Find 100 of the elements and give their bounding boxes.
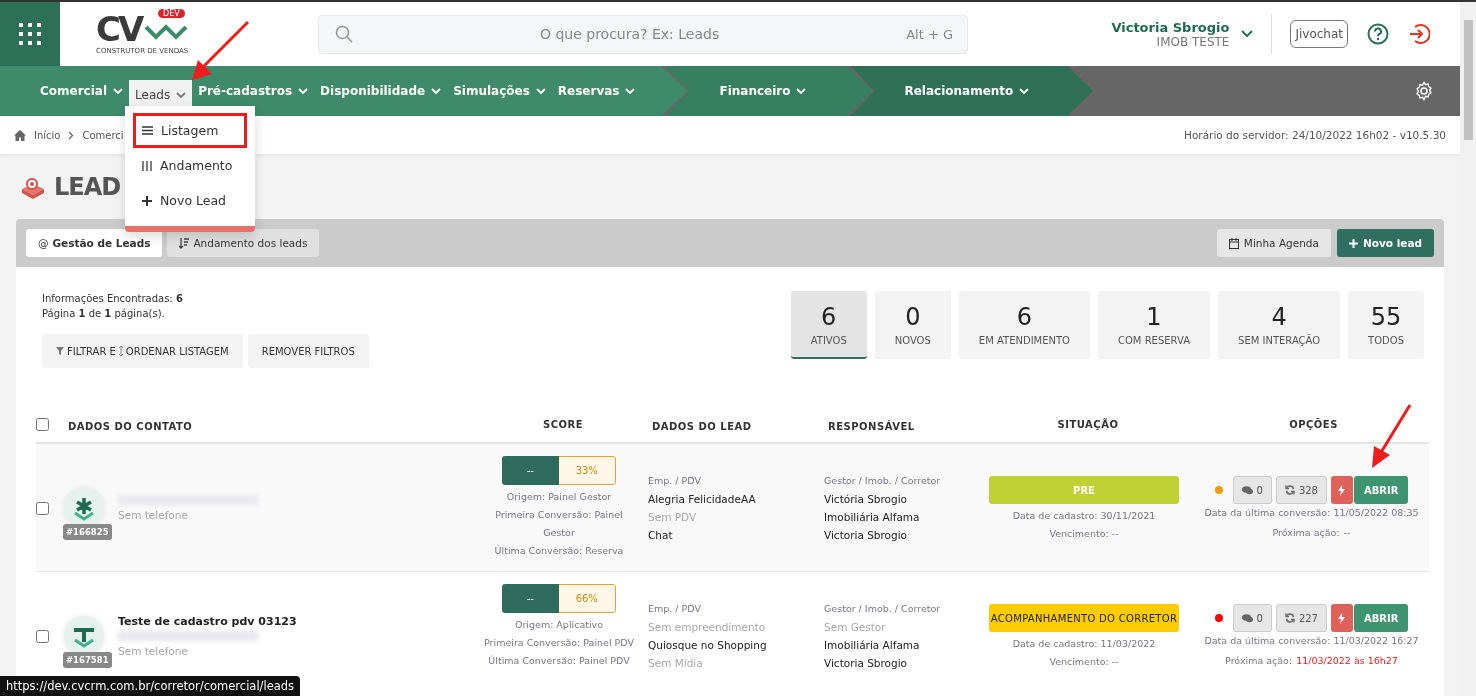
menu-item[interactable]: Financeiro (713, 76, 813, 106)
lead-detail: Chat (648, 528, 674, 543)
lead-detail: Sem PDV (648, 510, 698, 525)
menu-item[interactable]: Comercial (34, 76, 130, 106)
status-counter[interactable]: 6 EM ATENDIMENTO (958, 291, 1090, 359)
plus-icon (142, 195, 152, 206)
search-icon (335, 25, 353, 43)
help-icon[interactable] (1367, 23, 1389, 45)
status-counter[interactable]: 4 SEM INTERAÇÃO (1218, 291, 1341, 359)
row-checkbox[interactable] (36, 629, 49, 643)
logout-icon[interactable] (1408, 23, 1430, 45)
lead-detail: Quiosque no Shopping (648, 638, 768, 653)
open-button[interactable]: ABRIR (1354, 476, 1409, 504)
phone-text: Sem telefone (118, 507, 189, 522)
lightning-icon (1338, 612, 1346, 624)
score-detail: Origem: Aplicativo (515, 618, 603, 632)
column-header: SITUAÇÃO (1057, 418, 1119, 430)
chevron-down-icon (535, 87, 546, 95)
menu-item[interactable]: Listagem (133, 113, 247, 148)
breadcrumb-link[interactable]: Início (34, 129, 61, 141)
created-date: Data de cadastro: 30/11/2021 (1012, 509, 1156, 523)
quick-action-button[interactable] (1331, 476, 1353, 504)
menu-item[interactable]: Reservas (551, 76, 642, 106)
quick-action-button[interactable] (1331, 604, 1353, 632)
menu-item[interactable]: Novo Lead (133, 183, 247, 218)
server-time: Horário do servidor: 24/10/2022 16h02 - v10.5.30 (1184, 129, 1446, 141)
open-button[interactable]: ABRIR (1354, 604, 1409, 632)
created-date: Data de cadastro: 11/03/2022 (1012, 637, 1156, 651)
clear-filters-button[interactable]: REMOVER FILTROS (247, 334, 369, 368)
chevron-down-icon (796, 87, 807, 95)
status-counter[interactable]: 0 NOVOS (874, 291, 951, 359)
chat-bubbles-icon (1241, 485, 1253, 495)
breadcrumb-link[interactable]: Comerci (82, 129, 124, 141)
agenda-button[interactable]: Minha Agenda (1216, 229, 1331, 257)
field-label: Emp. / PDV (648, 474, 702, 488)
target-box-icon (20, 175, 46, 199)
menu-item[interactable]: Andamento (133, 148, 247, 183)
score-detail: Última Conversão: Painel PDV (488, 654, 630, 668)
annotation-arrow (192, 20, 250, 80)
responsible-detail: Victoria Sbrogio (824, 528, 909, 543)
score-detail: Última Conversão: Reserva (494, 544, 624, 558)
status-counter[interactable]: 55 TODOS (1348, 291, 1424, 359)
row-checkbox[interactable] (36, 501, 49, 515)
lead-detail: Sem Mídia (648, 656, 704, 671)
field-label: Gestor / Imob. / Corretor (824, 602, 942, 616)
chevron-down-icon (1241, 30, 1254, 38)
responsible-detail: Victória Sbrogio (824, 492, 909, 507)
column-header: RESPONSÁVEL (828, 420, 915, 432)
home-icon (14, 129, 26, 141)
user-menu[interactable]: Victoria Sbrogio IMOB TESTE (1111, 19, 1254, 49)
status-badge: ACOMPANHAMENTO DO CORRETOR (989, 604, 1179, 632)
status-counter[interactable]: 1 COM RESERVA (1098, 291, 1211, 359)
chat-button[interactable]: Jivochat (1290, 20, 1348, 48)
messages-button[interactable]: 0 (1232, 476, 1272, 504)
plus-icon (1348, 238, 1358, 248)
status-counter[interactable]: 6 ATIVOS (790, 291, 867, 359)
filter-button[interactable]: FILTRAR E ORDENAR LISTAGEM (42, 334, 243, 368)
column-header: DADOS DO LEAD (652, 420, 752, 432)
menu-item[interactable]: Relacionamento (898, 76, 1036, 106)
interactions-button[interactable]: 328 (1275, 476, 1327, 504)
chevron-down-icon (176, 91, 187, 99)
column-header: OPÇÕES (1289, 418, 1338, 430)
due-date: Vencimento: -- (1049, 655, 1119, 669)
score-detail: Origem: Painel Gestor (506, 490, 612, 504)
chevron-down-icon (431, 87, 442, 95)
refresh-icon (1284, 485, 1295, 495)
lightning-icon (1338, 484, 1346, 496)
menu-item[interactable]: Disponibilidade (314, 76, 448, 106)
apps-menu-button[interactable] (0, 2, 60, 66)
status-bar-url: https://dev.cvcrm.com.br/corretor/comercial/leads (0, 676, 301, 696)
next-action-date: -- (1343, 526, 1351, 540)
chevron-down-icon (113, 87, 124, 95)
tab[interactable]: Andamento dos leads (167, 229, 320, 257)
score-detail: Primeira Conversão: Painel PDV (484, 636, 634, 650)
interactions-button[interactable]: 227 (1275, 604, 1327, 632)
menu-item[interactable]: Simulações (447, 76, 552, 106)
search-field[interactable]: O que procura? Ex: Leads (361, 25, 899, 43)
field-label: Gestor / Imob. / Corretor (824, 474, 942, 488)
columns-icon (142, 160, 152, 171)
field-label: Emp. / PDV (648, 602, 702, 616)
pagination-info: Página 1 de 1 página(s). (42, 307, 166, 321)
settings-icon[interactable] (1414, 81, 1434, 101)
lead-detail: Sem empreendimento (648, 620, 767, 635)
refresh-icon (1284, 613, 1295, 623)
last-conversion-date: Data da última conversão: 11/03/2022 16:27 (1204, 634, 1419, 648)
responsible-detail: Victoria Sbrogio (824, 656, 909, 671)
status-badge: PRE (989, 476, 1179, 504)
tab[interactable]: @ Gestão de Leads (26, 229, 163, 257)
page-title: LEAD (54, 173, 121, 201)
list-icon (142, 126, 153, 135)
phone-text: Sem telefone (118, 643, 189, 658)
menu-item[interactable]: Pré-cadastros (192, 76, 315, 106)
lead-detail: Alegria FelicidadeAA (648, 492, 757, 507)
chevron-down-icon (298, 87, 309, 95)
chevron-down-icon (625, 87, 636, 95)
new-lead-button[interactable]: Novo lead (1336, 229, 1434, 257)
chevron-right-icon (68, 130, 75, 140)
results-info: Informações Encontradas: 6 (42, 292, 184, 306)
messages-button[interactable]: 0 (1232, 604, 1272, 632)
select-all-checkbox[interactable] (36, 417, 49, 431)
